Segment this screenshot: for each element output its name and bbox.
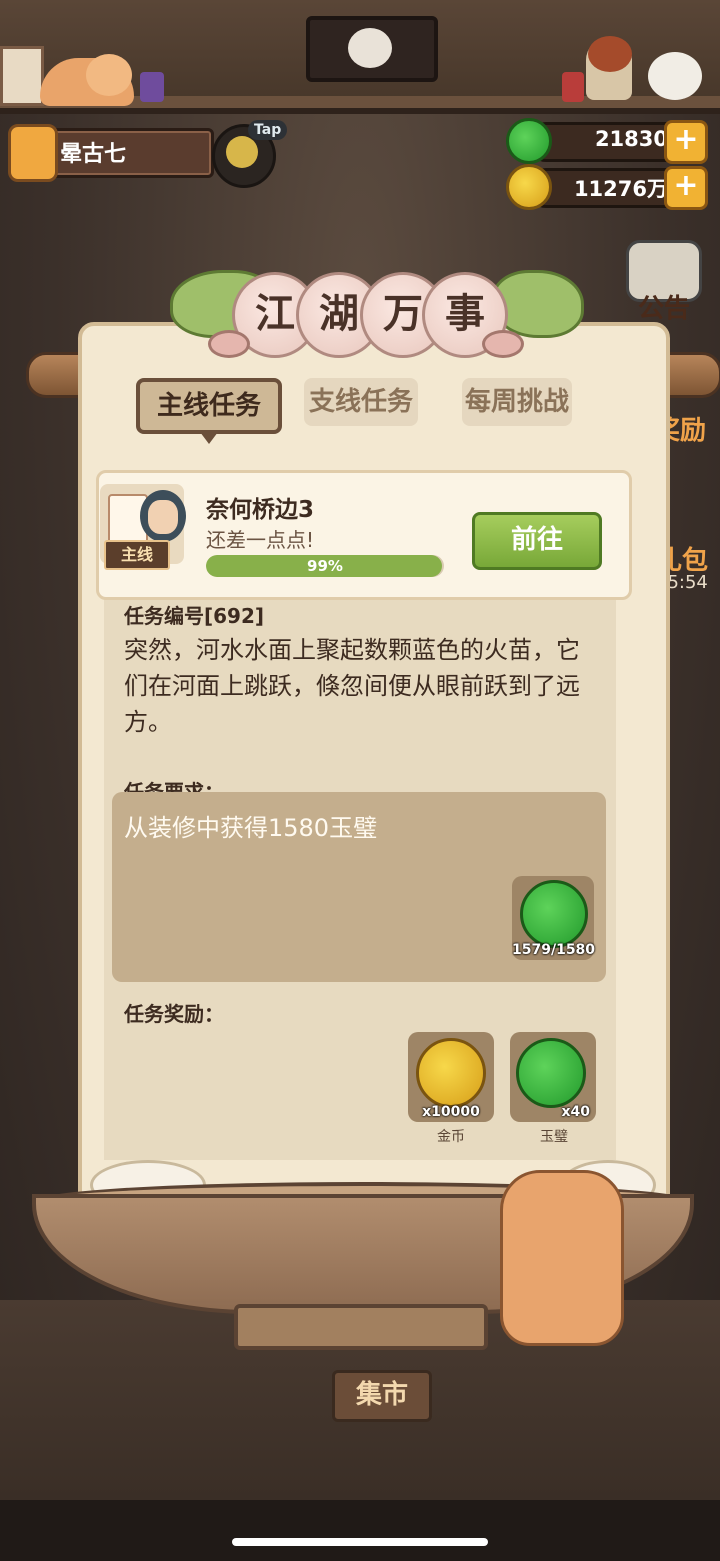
cat-face-decoration: [86, 54, 132, 96]
gold-coin-icon: [416, 1038, 486, 1108]
add-coins-button[interactable]: +: [664, 166, 708, 210]
jade-currency: 21830 +: [506, 118, 712, 164]
task-number: 任务编号[692]: [124, 604, 265, 628]
reward-count-jade: x40: [561, 1104, 590, 1120]
bottom-safe-area: [0, 1500, 720, 1561]
quest-progress-bar: 99%: [206, 555, 444, 577]
player-badge[interactable]: 晕古七: [8, 124, 214, 182]
reward-name-jade: 玉璧: [540, 1129, 568, 1145]
red-cup-decoration: [562, 72, 584, 102]
character-face-icon: [148, 500, 178, 534]
go-button[interactable]: 前往: [472, 512, 602, 570]
jade-disc-icon: [516, 1038, 586, 1108]
climbing-cat-decoration: [500, 1170, 624, 1346]
notice-button[interactable]: 公告: [622, 236, 718, 326]
jade-disc-icon: [506, 118, 552, 164]
purple-cup-decoration: [140, 72, 164, 102]
tab-side-quest[interactable]: 支线任务: [304, 378, 418, 426]
raccoon-portrait-icon: [348, 28, 392, 68]
fishcake-right-icon: [482, 330, 524, 358]
jade-amount: 21830: [594, 127, 668, 151]
jade-disc-icon: [520, 880, 588, 948]
coin-amount: 11276万: [573, 177, 668, 201]
player-name: 晕古七: [60, 142, 127, 167]
top-portrait-frame[interactable]: [306, 16, 438, 82]
fishcake-left-icon: [208, 330, 250, 358]
tab-main-quest[interactable]: 主线任务: [136, 378, 282, 444]
add-jade-button[interactable]: +: [664, 120, 708, 164]
task-description: 突然，河水水面上聚起数颗蓝色的火苗，它们在河面上跳跃，倏忽间便从眼前跃到了远方。: [124, 636, 580, 736]
reward-label: 任务奖励：: [124, 1002, 224, 1026]
requirement-text: 从装修中获得1580玉璧: [124, 814, 378, 842]
requirement-item-slot[interactable]: 1579/1580: [512, 876, 596, 960]
quest-title: 奈何桥边3: [206, 497, 315, 523]
reward-slot-jade[interactable]: x40: [510, 1032, 596, 1122]
doll-hat-decoration: [588, 36, 632, 72]
player-avatar-icon: [8, 124, 58, 182]
market-sign[interactable]: 集市: [332, 1370, 432, 1422]
reward-name-coins: 金币: [437, 1129, 465, 1145]
white-cat-decoration: [648, 52, 702, 100]
main-quest-tag: 主线: [104, 540, 170, 570]
tap-character-icon: [226, 136, 258, 168]
progress-label: 99%: [307, 557, 343, 575]
notice-label: 公告: [638, 294, 691, 324]
quest-status: 还差一点点!: [206, 528, 315, 552]
bowl-base: [234, 1304, 488, 1350]
requirement-count: 1579/1580: [512, 942, 596, 958]
tap-button[interactable]: Tap: [210, 120, 288, 188]
panel-title: 江 湖 万 事: [232, 272, 508, 358]
tap-label: Tap: [248, 120, 288, 140]
reward-slot-coins[interactable]: x10000: [408, 1032, 494, 1122]
tab-weekly-challenge[interactable]: 每周挑战: [462, 378, 572, 426]
coin-currency: 11276万 +: [506, 164, 712, 210]
gold-coin-icon: [506, 164, 552, 210]
home-indicator[interactable]: [232, 1538, 488, 1546]
reward-count-coins: x10000: [422, 1104, 480, 1120]
wall-picture: [0, 46, 44, 106]
